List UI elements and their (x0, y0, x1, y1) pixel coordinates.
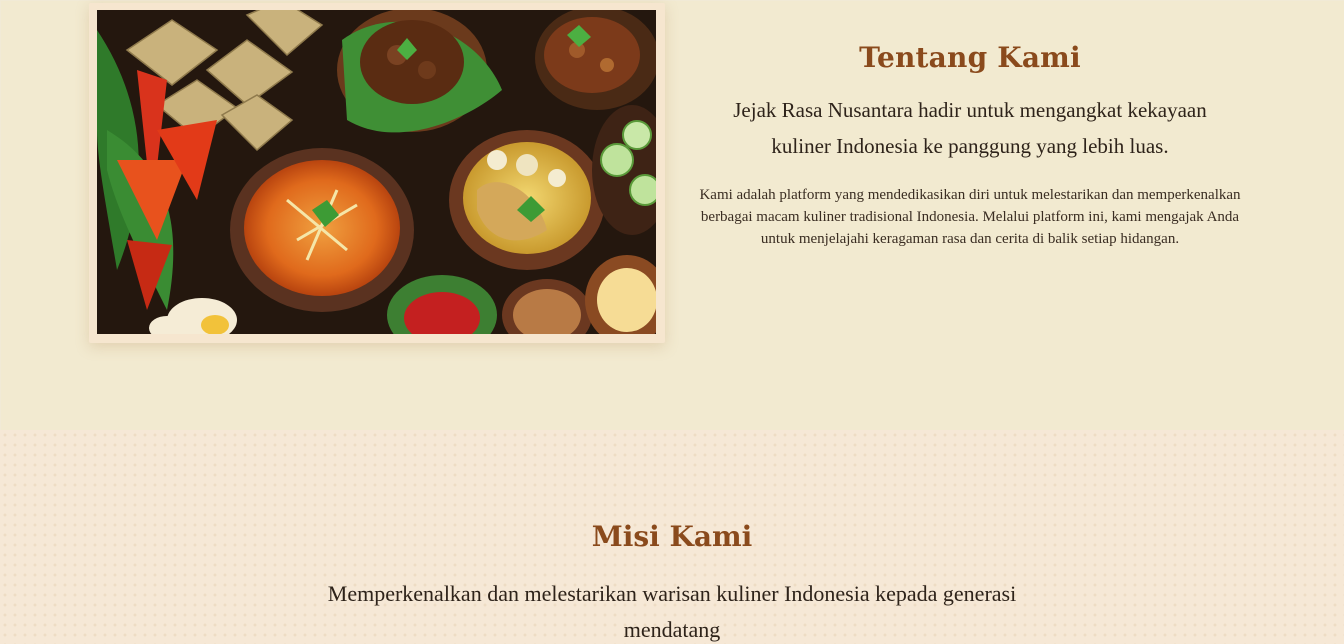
food-spread-illustration (97, 10, 656, 334)
about-food-image (89, 3, 665, 343)
mission-title: Misi Kami (591, 520, 753, 553)
mission-section: Misi Kami Memperkenalkan dan melestarika… (0, 430, 1344, 644)
about-lead-text: Jejak Rasa Nusantara hadir untuk mengang… (733, 98, 1207, 158)
mission-text: Memperkenalkan dan melestarikan warisan … (327, 581, 1017, 642)
about-title: Tentang Kami (859, 41, 1081, 74)
about-body-text: Kami adalah platform yang mendedikasikan… (699, 187, 1241, 247)
about-section: Tentang Kami Jejak Rasa Nusantara hadir … (0, 0, 1344, 430)
about-text-block: Tentang Kami Jejak Rasa Nusantara hadir … (685, 41, 1255, 250)
